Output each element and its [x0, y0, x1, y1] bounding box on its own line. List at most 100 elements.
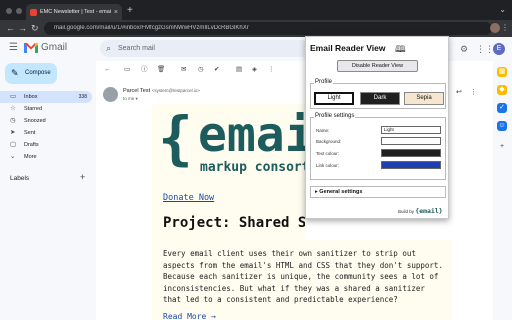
gmail-logo-text[interactable]: Gmail [41, 42, 67, 53]
built-by-text: Build by [398, 209, 415, 214]
sidebar-item-label: Drafts [24, 142, 39, 148]
label-icon[interactable]: ◈ [252, 66, 257, 74]
back-button[interactable]: ← [6, 23, 15, 33]
tab-search-icon[interactable]: ⌄ [499, 5, 506, 14]
compose-button[interactable]: ✎ Compose [5, 63, 57, 84]
sidebar-item-label: Starred [24, 106, 43, 112]
popup-title: Email Reader View [310, 43, 386, 53]
pencil-icon: ✎ [11, 68, 19, 78]
general-settings-toggle[interactable]: ▸ General settings [310, 186, 446, 198]
new-tab-button[interactable]: + [127, 6, 133, 16]
sidebar-item-sent[interactable]: ➤ Sent [0, 127, 92, 139]
compose-label: Compose [25, 70, 51, 76]
add-label-button[interactable]: + [80, 172, 85, 182]
contacts-app-icon[interactable]: ☺ [497, 121, 507, 131]
sidebar-item-label: Snoozed [24, 118, 46, 124]
settings-gear-icon[interactable]: ⚙ [460, 44, 468, 54]
profile-dark-button[interactable]: Dark [360, 92, 400, 105]
labels-heading: Labels [10, 175, 30, 182]
gmail-logo-icon[interactable] [24, 42, 38, 53]
star-icon: ☆ [10, 105, 16, 112]
sidebar-item-drafts[interactable]: ▢ Drafts [0, 139, 92, 151]
sidebar-item-label: More [24, 154, 37, 160]
recipient-details[interactable]: to me ▾ [123, 96, 138, 102]
keep-app-icon[interactable]: ◆ [497, 85, 507, 95]
search-icon[interactable]: ⌕ [106, 43, 111, 53]
browser-tab-strip: EMC Newsletter | Test - email@... × + ⌄ [0, 0, 512, 20]
send-icon: ➤ [10, 129, 16, 136]
chrome-menu-icon[interactable]: ⋮ [501, 23, 509, 32]
emc-logo-brace: { [158, 104, 193, 172]
emc-logo-word: email [198, 107, 305, 163]
profile-section: Profile Light Dark Sepia [310, 79, 446, 109]
forward-button[interactable]: → [18, 23, 27, 33]
profile-sepia-button[interactable]: Sepia [404, 92, 444, 105]
window-close-dot[interactable] [6, 8, 12, 14]
search-bar[interactable]: ⌕ Search mail [100, 40, 310, 57]
add-task-icon[interactable]: ✔ [214, 66, 219, 74]
inbox-icon: ▭ [10, 93, 17, 100]
tasks-app-icon[interactable]: ✓ [497, 103, 507, 113]
tab-close-icon[interactable]: × [114, 9, 118, 16]
setting-label-text-colour: Text colour: [316, 151, 340, 156]
disable-reader-view-button[interactable]: Disable Reader View [337, 60, 418, 72]
calendar-app-icon[interactable]: ▦ [497, 67, 507, 77]
browser-toolbar: ← → ↻ mail.google.com/mail/u/1/#inbox/FM… [0, 20, 512, 51]
emc-small-logo[interactable]: {email} [415, 207, 442, 215]
setting-label-link-colour: Link colour: [316, 163, 340, 168]
built-by-credit: Build by {email} [398, 207, 443, 215]
link-colour-picker[interactable] [381, 161, 441, 169]
reply-icon[interactable]: ↩ [456, 88, 462, 96]
clock-icon: ◷ [10, 117, 16, 124]
background-colour-picker[interactable] [381, 137, 441, 145]
sidebar-item-label: Sent [24, 130, 36, 136]
emc-logo-subtitle: markup consortium [200, 160, 305, 175]
delete-icon[interactable]: 🗑 [157, 66, 165, 74]
archive-icon[interactable]: ▭ [124, 66, 130, 74]
chevron-down-icon: ⌄ [10, 153, 16, 160]
sidebar-item-label: Inbox [24, 94, 38, 100]
browser-tab-gmail[interactable]: EMC Newsletter | Test - email@... × [26, 4, 122, 20]
side-panel [493, 61, 512, 320]
sidebar-item-more[interactable]: ⌄ More [0, 151, 92, 163]
setting-label-name: Name: [316, 128, 330, 133]
url-text[interactable]: mail.google.com/mail/u/1/#inbox/FMfcgzGs… [54, 25, 314, 31]
donate-link[interactable]: Donate Now [163, 193, 214, 203]
more-options-icon[interactable]: ⋮ [268, 66, 275, 74]
email-reader-view-popup: Email Reader View 🕮 Disable Reader View … [305, 36, 449, 219]
setting-label-background: Background: [316, 139, 342, 144]
account-avatar[interactable]: E [493, 43, 505, 55]
general-settings-label: ▸ General settings [315, 189, 363, 195]
email-heading: Project: Shared Sanitizer [163, 215, 305, 231]
profile-name-field[interactable]: Light [381, 126, 441, 134]
move-to-icon[interactable]: ▤ [236, 66, 242, 74]
sidebar-item-snoozed[interactable]: ◷ Snoozed [0, 115, 92, 127]
sidebar-item-starred[interactable]: ☆ Starred [0, 103, 92, 115]
sidebar-item-inbox[interactable]: ▭ Inbox 338 [0, 91, 92, 103]
mark-unread-icon[interactable]: ✉ [181, 66, 186, 74]
search-input[interactable]: Search mail [118, 45, 155, 52]
profile-settings-section: Profile settings Name: Light Background:… [310, 113, 446, 180]
text-colour-picker[interactable] [381, 149, 441, 157]
snooze-icon[interactable]: ◷ [198, 66, 204, 74]
more-vert-icon[interactable]: ⋮ [470, 88, 477, 96]
sender-avatar [103, 87, 118, 102]
window-minimize-dot[interactable] [16, 8, 22, 14]
profile-settings-legend: Profile settings [314, 113, 356, 119]
reader-view-logo-icon: 🕮 [395, 44, 406, 54]
draft-icon: ▢ [10, 141, 17, 148]
apps-grid-icon[interactable]: ⋮⋮ [476, 44, 494, 54]
address-bar[interactable]: mail.google.com/mail/u/1/#inbox/FMfcgzGs… [44, 22, 492, 35]
add-app-icon[interactable]: + [497, 142, 507, 152]
chrome-profile-avatar[interactable] [490, 23, 500, 33]
report-spam-icon[interactable]: ⓘ [141, 66, 148, 74]
sender-email: <system@testparcel.io> [151, 88, 200, 93]
profile-light-button[interactable]: Light [314, 92, 354, 105]
reload-button[interactable]: ↻ [31, 23, 39, 33]
tab-title: EMC Newsletter | Test - email@... [40, 9, 111, 15]
unread-count: 338 [78, 94, 87, 100]
read-more-link[interactable]: Read More → [163, 312, 216, 320]
main-menu-icon[interactable]: ☰ [9, 43, 18, 53]
gmail-favicon-icon [30, 8, 37, 16]
back-arrow-icon[interactable]: ← [104, 66, 111, 74]
